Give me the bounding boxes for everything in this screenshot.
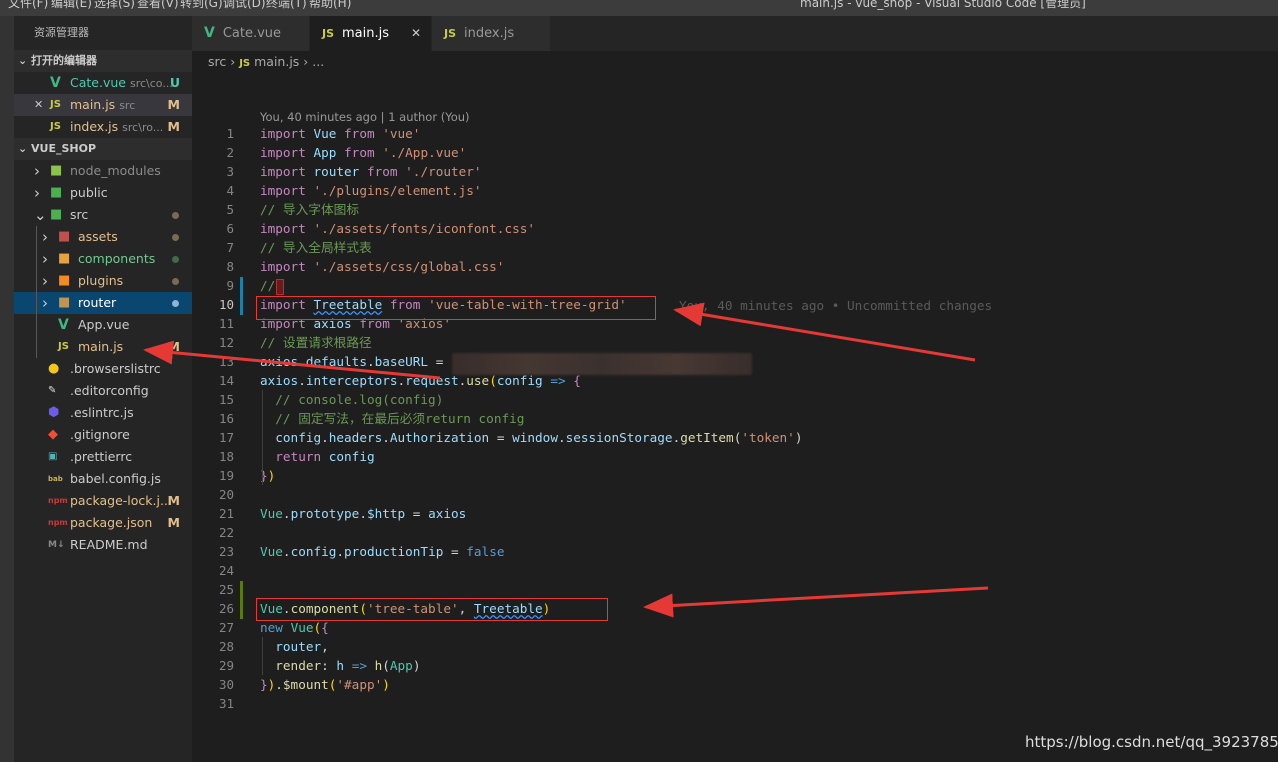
watermark: https://blog.csdn.net/qq_39237850 <box>1025 733 1278 751</box>
arrow-to-mainjs <box>143 340 441 380</box>
arrow-to-component <box>643 586 989 618</box>
annotation-arrows <box>143 302 989 618</box>
arrow-to-import <box>673 302 976 362</box>
